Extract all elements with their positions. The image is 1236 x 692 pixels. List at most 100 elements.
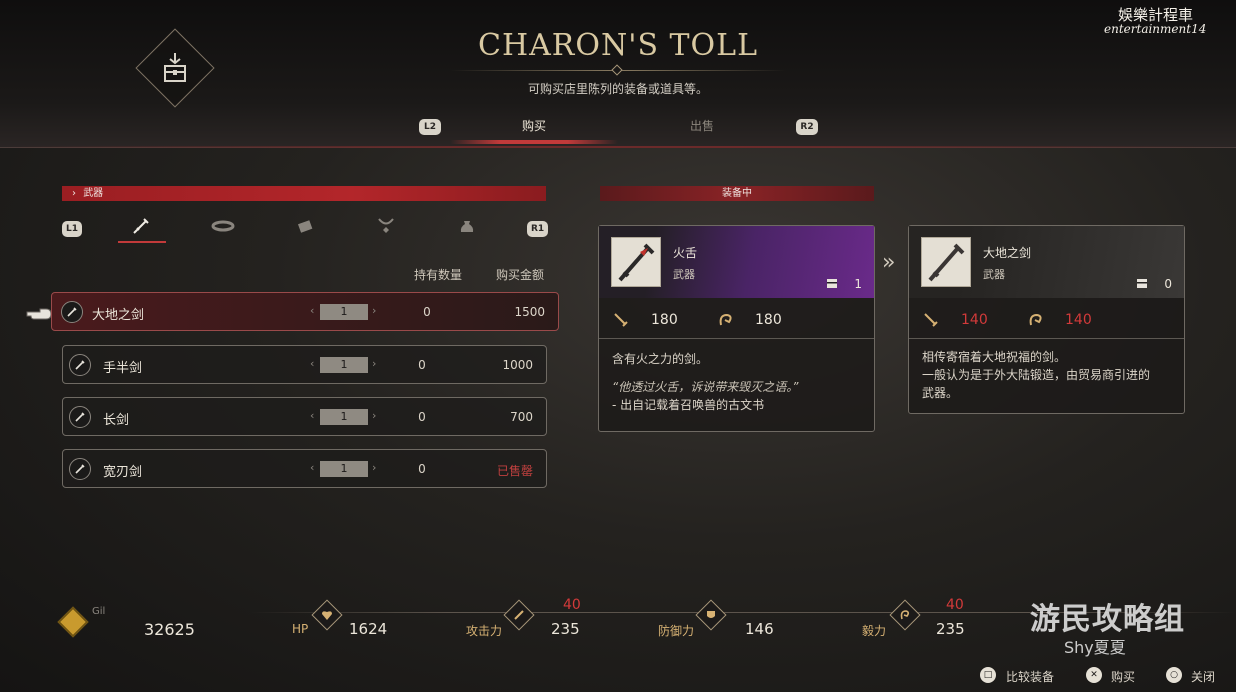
owned-count: 0 — [418, 358, 426, 372]
quantity-value: 1 — [320, 409, 368, 425]
quantity-value: 1 — [320, 461, 368, 477]
attack-label: 攻击力 — [466, 624, 503, 638]
bracelet-icon[interactable] — [210, 213, 236, 239]
chevron-right-icon[interactable]: › — [372, 461, 376, 474]
l2-button-hint[interactable]: L2 — [419, 119, 441, 135]
description-quote: “他透过火舌，诉说带来毁灭之语。” — [612, 380, 799, 394]
column-header-owned: 持有数量 — [413, 268, 462, 282]
chevron-right-icon: › — [72, 188, 76, 199]
tab-buy[interactable]: 购买 — [489, 117, 579, 134]
quantity-stepper[interactable]: ‹ 1 › — [310, 408, 382, 426]
quantity-stepper[interactable]: ‹ 1 › — [310, 356, 382, 374]
compare-item-card: 大地之剑 武器 0 140 140 相传寄宿着大地祝福的剑。 一般认为是于外大陆… — [908, 225, 1185, 414]
item-description: 相传寄宿着大地祝福的剑。 一般认为是于外大陆锻造，由贸易商引进的 武器。 — [922, 348, 1150, 402]
l1-button-hint[interactable]: L1 — [62, 221, 82, 237]
r1-button-hint[interactable]: R1 — [527, 221, 549, 237]
necklace-icon[interactable] — [373, 213, 399, 239]
owned-count: 0 — [1164, 277, 1172, 291]
willpower-value: 180 — [755, 312, 782, 328]
chest-icon — [827, 279, 837, 288]
owned-count: 1 — [854, 277, 862, 291]
item-name: 火舌 — [673, 246, 698, 260]
quantity-stepper[interactable]: ‹ 1 › — [310, 460, 382, 478]
hp-label: HP — [292, 622, 309, 636]
sword-icon — [69, 406, 91, 428]
attack-value: 140 — [961, 312, 988, 328]
description-line: 武器。 — [922, 386, 959, 400]
description-source: - 出自记载着召唤兽的古文书 — [612, 398, 765, 412]
defense-total: 146 — [745, 620, 774, 638]
chevron-left-icon[interactable]: ‹ — [310, 304, 314, 317]
attack-delta: 40 — [563, 597, 581, 613]
hp-value: 1624 — [349, 620, 388, 638]
item-name: 大地之剑 — [92, 308, 145, 323]
willpower-icon — [1029, 313, 1042, 326]
close-hint[interactable]: 关闭 — [1191, 668, 1215, 685]
gil-amount: 32625 — [144, 620, 195, 639]
chevron-left-icon[interactable]: ‹ — [310, 409, 314, 422]
attack-icon — [924, 313, 938, 327]
accessory-icon[interactable] — [292, 213, 318, 239]
description-line: 一般认为是于外大陆锻造，由贸易商引进的 — [922, 368, 1151, 382]
item-description: 含有火之力的剑。 “他透过火舌，诉说带来毁灭之语。” - 出自记载着召唤兽的古文… — [612, 350, 798, 414]
chevron-right-icon[interactable]: › — [372, 304, 376, 317]
item-name: 宽刃剑 — [103, 465, 143, 480]
item-name: 大地之剑 — [983, 246, 1032, 260]
chevron-left-icon[interactable]: ‹ — [310, 461, 314, 474]
item-price: 1000 — [502, 358, 533, 372]
buy-hint[interactable]: 购买 — [1111, 668, 1135, 685]
cross-button-icon[interactable]: ✕ — [1086, 667, 1102, 683]
willpower-total: 235 — [936, 620, 965, 638]
chevron-right-icon[interactable]: › — [372, 409, 376, 422]
item-name: 长剑 — [103, 413, 130, 428]
item-price: 700 — [510, 410, 533, 424]
stat-row: 140 140 — [909, 299, 1184, 339]
item-thumbnail — [611, 237, 661, 287]
sword-icon[interactable] — [128, 213, 154, 239]
sword-icon — [69, 458, 91, 480]
chevron-right-icon[interactable]: › — [372, 357, 376, 370]
page-subtitle: 可购买店里陈列的装备或道具等。 — [527, 82, 708, 96]
willpower-label: 毅力 — [862, 624, 887, 638]
chest-icon — [1137, 279, 1147, 288]
defense-label: 防御力 — [658, 624, 695, 638]
attack-value: 180 — [651, 312, 678, 328]
pointer-hand-icon — [26, 308, 52, 320]
chevron-left-icon[interactable]: ‹ — [310, 357, 314, 370]
tab-sell[interactable]: 出售 — [657, 117, 747, 134]
bag-icon[interactable] — [454, 213, 480, 239]
item-thumbnail — [921, 237, 971, 287]
item-name: 手半剑 — [103, 361, 143, 376]
attack-total: 235 — [551, 620, 580, 638]
watermark-logo: 游民攻略组 — [1030, 602, 1185, 637]
list-item[interactable]: 宽刃剑 ‹ 1 › 0 已售罄 — [62, 449, 547, 488]
quantity-value: 1 — [320, 304, 368, 320]
item-type: 武器 — [673, 268, 695, 281]
square-button-icon[interactable]: □ — [980, 667, 996, 683]
watermark-author: Shy夏夏 — [1064, 638, 1126, 657]
stat-row: 180 180 — [599, 299, 874, 339]
owned-count: 0 — [418, 462, 426, 476]
list-item[interactable]: 手半剑 ‹ 1 › 0 1000 — [62, 345, 547, 384]
description-line: 相传寄宿着大地祝福的剑。 — [922, 350, 1067, 364]
sword-icon — [69, 354, 91, 376]
category-bar: › 武器 — [62, 186, 546, 201]
compare-equipment-hint[interactable]: 比较装备 — [1006, 668, 1054, 685]
willpower-value: 140 — [1065, 312, 1092, 328]
description-line: 含有火之力的剑。 — [612, 352, 709, 366]
sold-out-label: 已售罄 — [496, 464, 533, 478]
item-type: 武器 — [983, 268, 1005, 281]
defense-icon — [695, 599, 727, 631]
circle-button-icon[interactable]: ○ — [1166, 667, 1182, 683]
list-item[interactable]: 长剑 ‹ 1 › 0 700 — [62, 397, 547, 436]
category-label: 武器 — [83, 188, 104, 199]
owned-count: 0 — [418, 410, 426, 424]
gil-coin-icon — [57, 606, 89, 638]
active-tab-indicator — [450, 140, 618, 144]
r2-button-hint[interactable]: R2 — [796, 119, 818, 135]
hp-icon — [311, 599, 343, 631]
quantity-stepper[interactable]: ‹ 1 › — [310, 303, 382, 321]
owned-count: 0 — [423, 305, 431, 319]
list-item-selected[interactable]: 大地之剑 ‹ 1 › 0 1500 — [51, 292, 559, 331]
quantity-value: 1 — [320, 357, 368, 373]
